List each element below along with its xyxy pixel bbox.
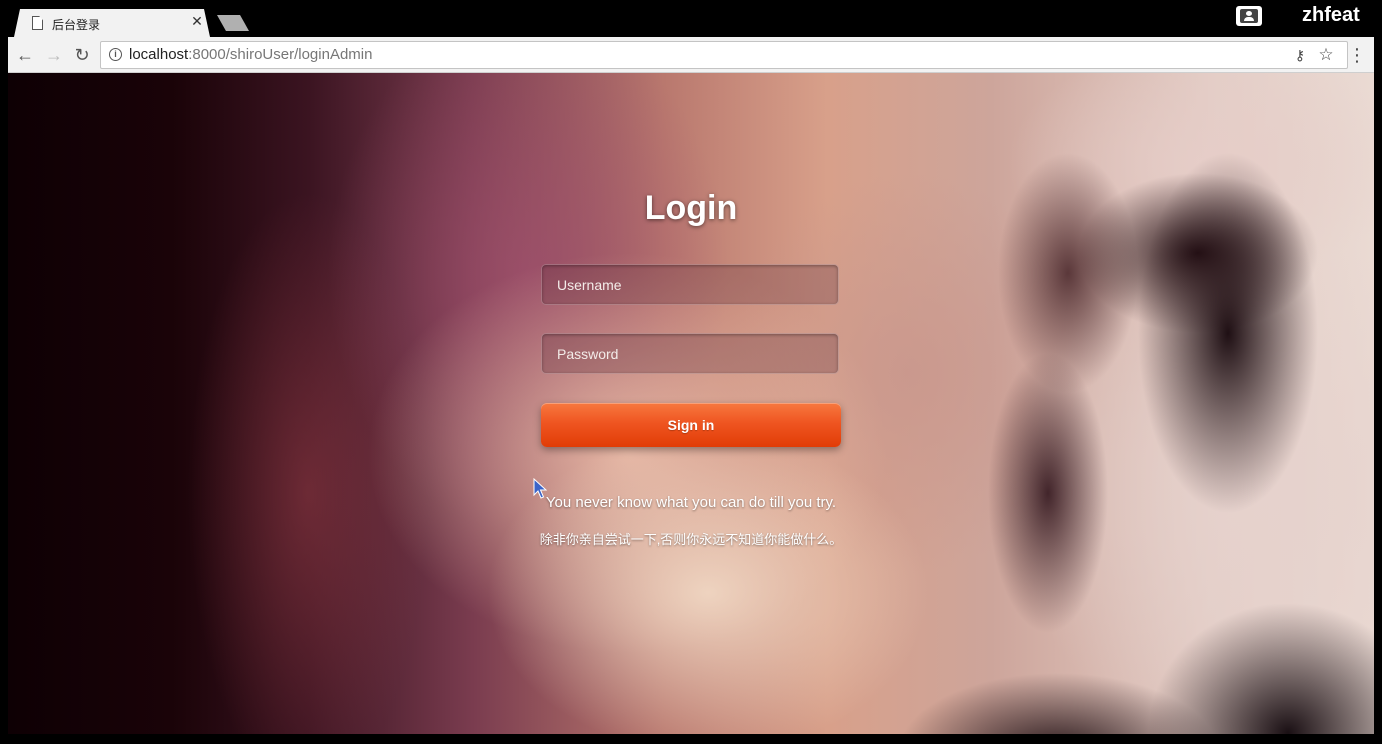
- profile-name[interactable]: zhfeat: [1302, 4, 1360, 27]
- url-host: localhost: [129, 46, 189, 63]
- password-input[interactable]: [542, 334, 838, 373]
- page-viewport: Login Sign in You never know what you ca…: [8, 73, 1374, 734]
- browser-toolbar: ← → ↻ i localhost:8000/shiroUser/loginAd…: [8, 37, 1374, 73]
- forward-button[interactable]: →: [43, 44, 65, 66]
- tab-strip: 后台登录 ✕ zhfeat: [0, 0, 1382, 37]
- tab-active[interactable]: 后台登录 ✕: [14, 9, 210, 37]
- login-title: Login: [644, 189, 738, 227]
- quote-english: You never know what you can do till you …: [545, 494, 837, 511]
- new-tab-button[interactable]: [217, 15, 249, 31]
- profile-icon[interactable]: [1236, 6, 1262, 26]
- password-field-wrapper: [541, 333, 839, 374]
- quote-chinese: 除非你亲自尝试一下,否则你永远不知道你能做什么。: [539, 532, 843, 547]
- browser-menu-icon[interactable]: ⋮: [1348, 44, 1366, 66]
- key-icon[interactable]: ⚷: [1293, 46, 1307, 64]
- screen: 后台登录 ✕ zhfeat ← → ↻ i localhost:8000/shi…: [0, 0, 1382, 744]
- tab-title: 后台登录: [52, 18, 101, 32]
- bookmark-star-icon[interactable]: ☆: [1317, 45, 1335, 65]
- address-bar[interactable]: i localhost:8000/shiroUser/loginAdmin ⚷ …: [100, 41, 1348, 69]
- page-icon: [32, 16, 43, 30]
- username-field-wrapper: [541, 264, 839, 305]
- username-input[interactable]: [542, 265, 838, 304]
- tab-close-icon[interactable]: ✕: [190, 14, 204, 28]
- site-info-icon[interactable]: i: [109, 48, 122, 61]
- url-path: :8000/shiroUser/loginAdmin: [188, 46, 373, 63]
- sign-in-button[interactable]: Sign in: [541, 403, 841, 447]
- reload-button[interactable]: ↻: [71, 44, 93, 66]
- mouse-pointer-icon: [533, 478, 548, 499]
- url-text[interactable]: localhost:8000/shiroUser/loginAdmin: [129, 46, 372, 63]
- back-button[interactable]: ←: [14, 44, 36, 66]
